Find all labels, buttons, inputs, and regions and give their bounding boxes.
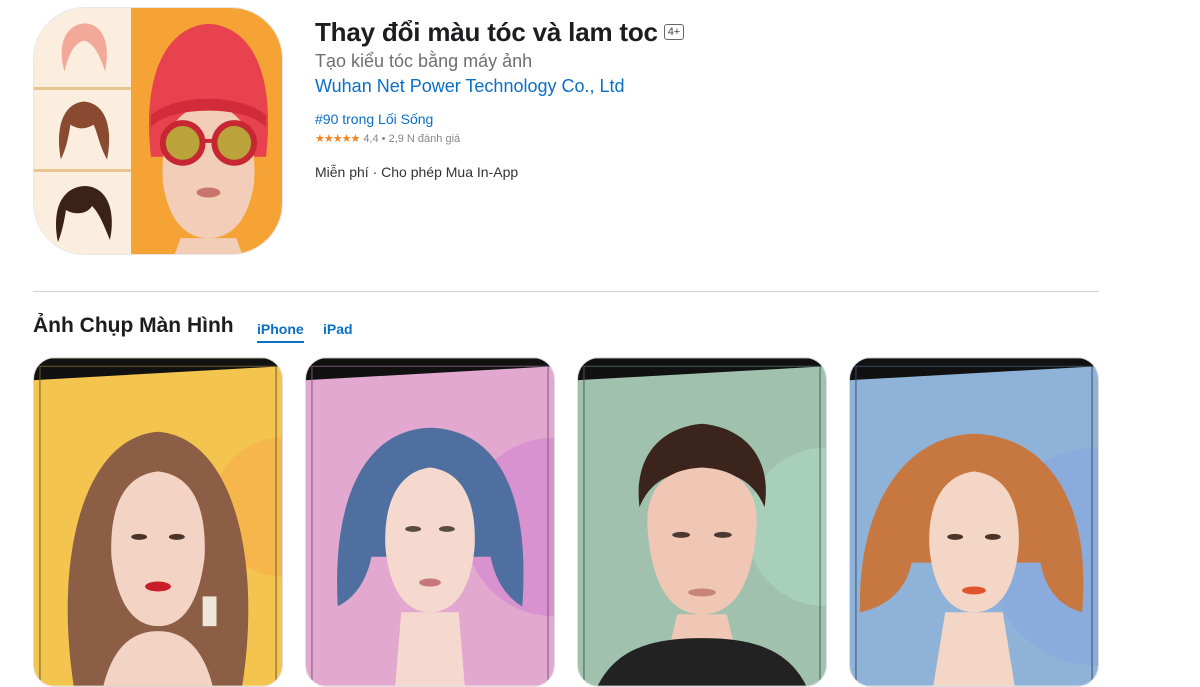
app-subtitle: Tạo kiểu tóc bằng máy ảnh xyxy=(315,51,533,71)
category-rank-link[interactable]: #90 trong Lối Sống xyxy=(315,110,433,128)
pink-hair-thumbnail xyxy=(34,8,131,90)
in-app-purchase-label: Cho phép Mua In-App xyxy=(381,164,519,180)
tab-iphone[interactable]: iPhone xyxy=(257,320,304,343)
tab-ipad[interactable]: iPad xyxy=(323,320,353,338)
screenshot-1[interactable] xyxy=(33,357,283,687)
rating-row: ★★★★★ 4,4 • 2,9 N đánh giá xyxy=(315,133,461,145)
age-rating-badge: 4+ xyxy=(663,24,684,40)
price-row: Miễn phí · Cho phép Mua In-App xyxy=(315,164,519,180)
rating-value: 4,4 xyxy=(363,133,379,145)
screenshots-heading: Ảnh Chụp Màn Hình xyxy=(33,314,234,337)
rating-count: 2,9 N đánh giá xyxy=(388,133,461,145)
screenshot-4[interactable] xyxy=(849,357,1099,687)
app-title: Thay đổi màu tóc và lam toc 4+ xyxy=(315,16,684,48)
screenshot-2[interactable] xyxy=(305,357,555,687)
section-divider xyxy=(33,291,1099,292)
model-portrait xyxy=(131,8,282,254)
dark-hair-thumbnail xyxy=(34,172,131,254)
price-label: Miễn phí xyxy=(315,164,369,180)
screenshot-3[interactable] xyxy=(577,357,827,687)
brown-hair-thumbnail xyxy=(34,90,131,172)
app-title-text: Thay đổi màu tóc và lam toc xyxy=(315,17,658,47)
app-icon xyxy=(33,7,283,255)
hair-style-list xyxy=(34,8,131,254)
rating-stars: ★★★★★ xyxy=(315,133,360,145)
developer-link[interactable]: Wuhan Net Power Technology Co., Ltd xyxy=(315,75,625,97)
